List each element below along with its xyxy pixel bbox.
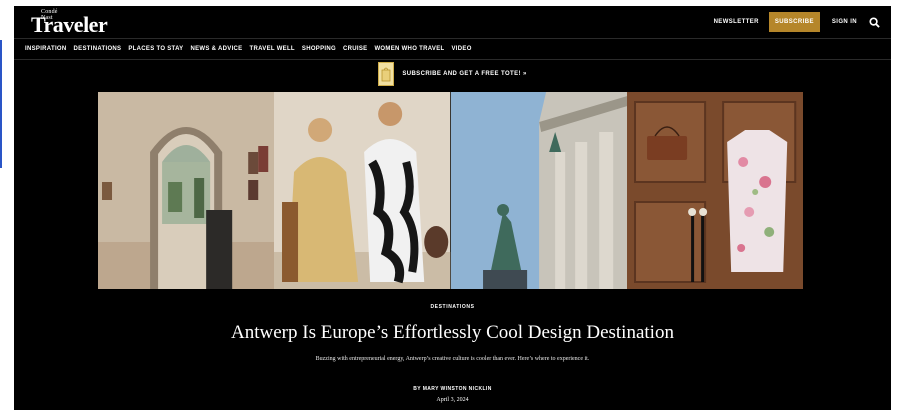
- nav-divider: [14, 59, 891, 60]
- nav-item-places-to-stay[interactable]: PLACES TO STAY: [128, 46, 183, 52]
- nav-item-inspiration[interactable]: INSPIRATION: [25, 46, 67, 52]
- hero-panel-portrait: [274, 92, 451, 289]
- top-actions: NEWSLETTER SUBSCRIBE SIGN IN: [714, 12, 881, 32]
- left-edge-bar: [0, 40, 2, 168]
- promo-banner[interactable]: SUBSCRIBE AND GET A FREE TOTE! »: [14, 61, 891, 87]
- article-header: DESTINATIONS Antwerp Is Europe’s Effortl…: [14, 301, 891, 410]
- top-bar: Condé Nast Traveler NEWSLETTER SUBSCRIBE…: [14, 6, 891, 38]
- site-frame: Condé Nast Traveler NEWSLETTER SUBSCRIBE…: [14, 6, 891, 410]
- nav-item-destinations[interactable]: DESTINATIONS: [74, 46, 122, 52]
- page: Condé Nast Traveler NEWSLETTER SUBSCRIBE…: [0, 0, 897, 411]
- search-icon[interactable]: [867, 15, 881, 29]
- header-divider: [14, 38, 891, 39]
- subscribe-button[interactable]: SUBSCRIBE: [768, 12, 820, 32]
- article-dek: Buzzing with entrepreneurial energy, Ant…: [315, 356, 590, 362]
- logo-text: Traveler: [31, 12, 108, 37]
- tote-bag-icon: [378, 62, 395, 86]
- hero-panel-interior: [98, 92, 275, 289]
- nav-item-travel-well[interactable]: TRAVEL WELL: [249, 46, 294, 52]
- nav-item-cruise[interactable]: CRUISE: [343, 46, 367, 52]
- hero-panel-architecture: [450, 92, 627, 289]
- nav-item-women-who-travel[interactable]: WOMEN WHO TRAVEL: [374, 46, 444, 52]
- article-byline[interactable]: BY MARY WINSTON NICKLIN: [14, 386, 891, 392]
- hero-panel-boutique: [626, 92, 803, 289]
- nav-item-video[interactable]: VIDEO: [451, 46, 471, 52]
- nav-item-news-advice[interactable]: NEWS & ADVICE: [190, 46, 242, 52]
- article-category[interactable]: DESTINATIONS: [14, 304, 891, 310]
- sign-in-link[interactable]: SIGN IN: [832, 19, 857, 25]
- newsletter-link[interactable]: NEWSLETTER: [714, 19, 759, 25]
- main-nav: INSPIRATION DESTINATIONS PLACES TO STAY …: [25, 43, 472, 55]
- hero-image[interactable]: [98, 92, 803, 289]
- article-headline: Antwerp Is Europe’s Effortlessly Cool De…: [231, 322, 674, 343]
- promo-text: SUBSCRIBE AND GET A FREE TOTE! »: [402, 71, 527, 77]
- article-date: April 3, 2024: [436, 397, 469, 403]
- nav-item-shopping[interactable]: SHOPPING: [302, 46, 336, 52]
